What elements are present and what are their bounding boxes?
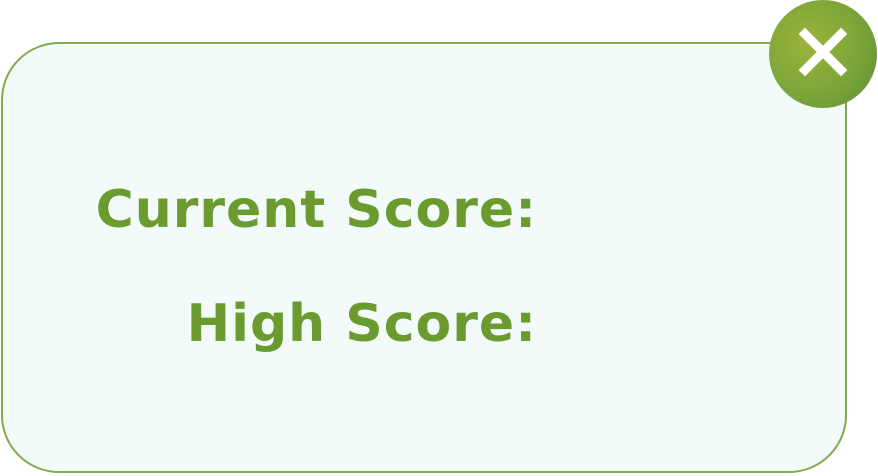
current-score-label: Current Score:	[95, 180, 537, 240]
close-button[interactable]	[769, 0, 877, 108]
close-icon	[795, 24, 851, 85]
high-score-label: High Score:	[186, 294, 537, 354]
score-panel: Current Score: High Score:	[1, 42, 847, 473]
score-dialog: Current Score: High Score:	[0, 0, 878, 476]
